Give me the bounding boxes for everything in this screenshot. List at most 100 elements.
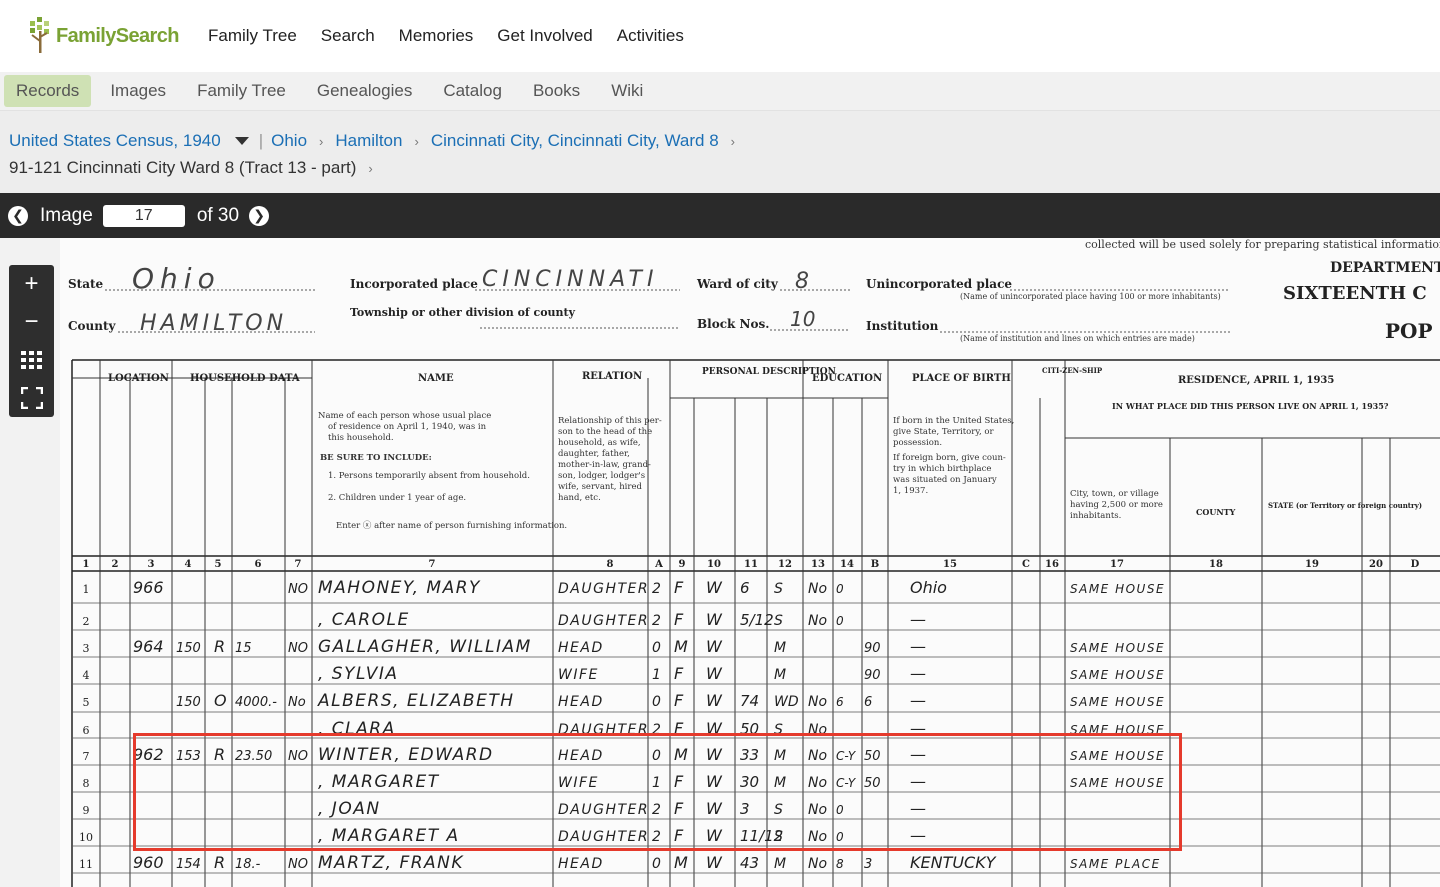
census-cell-code: 0: [652, 694, 661, 710]
subnav-images[interactable]: Images: [98, 75, 178, 107]
nav-search[interactable]: Search: [321, 26, 375, 46]
census-cell-sex: F: [674, 664, 684, 683]
state-label: State: [68, 277, 104, 291]
header-residence: RESIDENCE, APRIL 1, 1935: [1178, 375, 1334, 386]
nav-memories[interactable]: Memories: [399, 26, 474, 46]
next-image-icon[interactable]: ❯: [249, 205, 270, 226]
block-label: Block Nos.: [697, 317, 769, 331]
census-cell-res: SAME HOUSE: [1070, 668, 1165, 682]
census-cell-mar: M: [774, 640, 786, 656]
svg-text:13: 13: [811, 559, 825, 570]
census-cell-code: 0: [652, 856, 661, 872]
breadcrumb-district[interactable]: 91-121 Cincinnati City Ward 8 (Tract 13 …: [9, 158, 356, 178]
census-cell-age: 6: [740, 579, 750, 597]
breadcrumb-collection[interactable]: United States Census, 1940: [9, 131, 221, 151]
county-label: County: [68, 319, 117, 333]
inst-note: (Name of institution and lines on which …: [960, 334, 1195, 343]
subnav-genealogies[interactable]: Genealogies: [305, 75, 424, 107]
subnav-family-tree[interactable]: Family Tree: [185, 75, 298, 107]
census-cell-code: 2: [652, 581, 661, 597]
census-cell-farm: NO: [288, 857, 308, 872]
population-label: POP: [1385, 319, 1433, 343]
zoom-in-icon[interactable]: +: [9, 265, 54, 303]
grid-view-icon[interactable]: [9, 341, 54, 379]
chevron-right-icon: ›: [319, 133, 324, 149]
census-cell-sex: M: [674, 853, 688, 872]
svg-text:7: 7: [429, 559, 436, 570]
census-cell-line: 2: [83, 615, 90, 628]
census-cell-code: 2: [652, 613, 661, 629]
census-cell-sex: M: [674, 637, 688, 656]
census-cell-gc: 6: [864, 695, 872, 710]
sub-nav: Records Images Family Tree Genealogies C…: [0, 72, 1440, 111]
census-cell-mar: WD: [774, 694, 799, 710]
image-total-label: of 30: [196, 204, 240, 226]
census-cell-val: 15: [235, 641, 252, 656]
familysearch-logo[interactable]: FamilySearch: [26, 15, 208, 57]
collection-dropdown-icon[interactable]: [234, 137, 249, 145]
census-cell-sex: F: [674, 610, 684, 629]
census-cell-line: 3: [83, 642, 90, 655]
census-cell-code: 0: [652, 640, 661, 656]
census-cell-line: 5: [83, 696, 90, 709]
census-cell-name: ALBERS, ELIZABETH: [317, 691, 515, 711]
svg-text:D: D: [1411, 559, 1420, 570]
subnav-wiki[interactable]: Wiki: [599, 75, 655, 107]
svg-text:14: 14: [840, 559, 854, 570]
census-cell-num: 154: [176, 857, 201, 872]
birth-note: 1, 1937.: [893, 486, 928, 496]
census-cell-line: 9: [83, 804, 90, 817]
relation-note: son, lodger, lodger's: [558, 471, 645, 481]
census-cell-line: 8: [83, 777, 90, 790]
nav-family-tree[interactable]: Family Tree: [208, 26, 297, 46]
census-cell-res: SAME HOUSE: [1070, 695, 1165, 709]
census-cell-house: 960: [133, 853, 164, 872]
header-location: LOCATION: [108, 373, 169, 384]
census-cell-house: 964: [133, 637, 164, 656]
highlight-box: [133, 733, 1182, 851]
subnav-catalog[interactable]: Catalog: [431, 75, 514, 107]
header-state-col: STATE (or Territory or foreign country): [1268, 501, 1422, 510]
nav-activities[interactable]: Activities: [617, 26, 684, 46]
svg-text:7: 7: [295, 559, 302, 570]
uninc-label: Unincorporated place: [866, 277, 1012, 291]
svg-text:2: 2: [112, 559, 119, 570]
census-cell-val: 18.-: [235, 857, 261, 872]
breadcrumb-city[interactable]: Cincinnati City, Cincinnati City, Ward 8: [431, 131, 719, 151]
relation-note: mother-in-law, grand-: [558, 460, 651, 470]
header-note: collected will be used solely for prepar…: [1085, 238, 1440, 251]
census-cell-race: W: [706, 691, 723, 710]
birth-note: was situated on January: [893, 475, 997, 485]
census-cell-sex: F: [674, 691, 684, 710]
image-number-input[interactable]: [102, 204, 185, 227]
census-cell-farm: NO: [288, 582, 308, 597]
fullscreen-icon[interactable]: [9, 379, 54, 417]
instructions: Name of each person whose usual place: [318, 411, 491, 421]
zoom-out-icon[interactable]: −: [9, 303, 54, 341]
census-cell-name: MAHONEY, MARY: [318, 578, 481, 598]
breadcrumb-county[interactable]: Hamilton: [335, 131, 402, 151]
breadcrumb-state[interactable]: Ohio: [271, 131, 307, 151]
residence-note: inhabitants.: [1070, 511, 1121, 521]
census-cell-mar: S: [774, 613, 783, 629]
subnav-books[interactable]: Books: [521, 75, 592, 107]
header-in-what-place: IN WHAT PLACE DID THIS PERSON LIVE ON AP…: [1112, 401, 1389, 411]
tree-logo-icon: [30, 17, 49, 53]
instructions: Enter ⓧ after name of person furnishing …: [336, 521, 567, 531]
census-cell-res: SAME HOUSE: [1070, 582, 1165, 596]
nav-get-involved[interactable]: Get Involved: [497, 26, 592, 46]
census-cell-num: 150: [176, 641, 201, 656]
subnav-records[interactable]: Records: [4, 75, 92, 107]
census-cell-own: O: [214, 691, 227, 710]
census-cell-line: 4: [83, 669, 90, 682]
census-cell-res: SAME PLACE: [1070, 857, 1161, 871]
census-cell-rel: HEAD: [558, 694, 604, 710]
census-cell-race: W: [706, 610, 723, 629]
census-cell-sch: No: [808, 694, 827, 710]
residence-note: having 2,500 or more: [1070, 500, 1163, 510]
previous-image-icon[interactable]: ❮: [8, 205, 28, 226]
uninc-note: (Name of unincorporated place having 100…: [960, 292, 1221, 301]
census-cell-rel: WIFE: [558, 667, 599, 683]
census-cell-race: W: [706, 853, 723, 872]
header-household: HOUSEHOLD DATA: [190, 373, 300, 384]
